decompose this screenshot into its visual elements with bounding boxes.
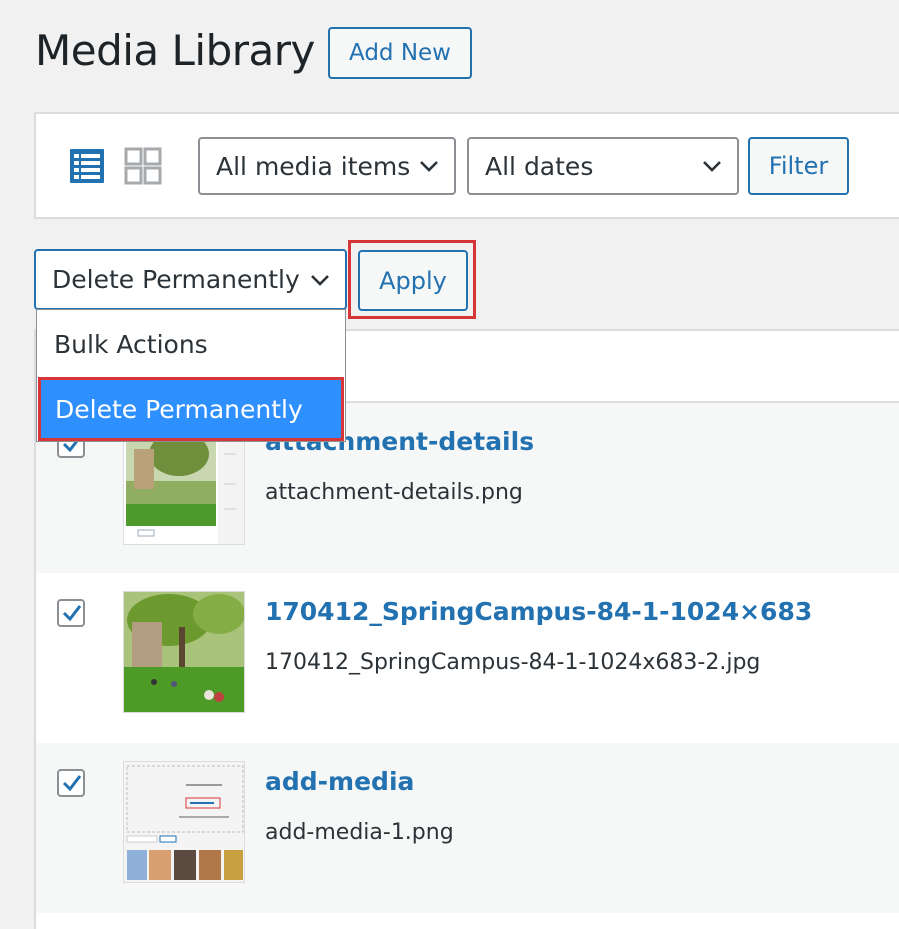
bulk-actions-select[interactable]: Delete Permanently bbox=[34, 249, 347, 310]
row-filename: add-media-1.png bbox=[265, 820, 454, 845]
table-row: 170412_SpringCampus-84-1-1024×683 170412… bbox=[36, 573, 899, 743]
apply-button[interactable]: Apply bbox=[358, 250, 468, 311]
table-row: add-media add-media-1.png bbox=[36, 743, 899, 913]
date-select[interactable]: All dates bbox=[467, 137, 739, 195]
checkmark-icon bbox=[62, 605, 82, 622]
row-filename: attachment-details.png bbox=[265, 480, 523, 505]
add-new-button[interactable]: Add New bbox=[328, 27, 472, 79]
option-bulk-actions[interactable]: Bulk Actions bbox=[37, 312, 345, 376]
chevron-down-icon bbox=[703, 161, 721, 172]
option-delete-permanently[interactable]: Delete Permanently bbox=[38, 377, 344, 441]
bulk-actions-dropdown: Bulk Actions Delete Permanently bbox=[36, 309, 346, 442]
row-title-link[interactable]: add-media bbox=[265, 767, 414, 796]
chevron-down-icon bbox=[311, 274, 329, 286]
grid-view-icon[interactable] bbox=[124, 147, 162, 185]
media-type-value: All media items bbox=[216, 151, 411, 181]
page-title: Media Library bbox=[35, 26, 315, 75]
chevron-down-icon bbox=[420, 161, 438, 172]
filter-button[interactable]: Filter bbox=[748, 137, 849, 195]
checkmark-icon bbox=[62, 775, 82, 792]
row-checkbox[interactable] bbox=[57, 769, 85, 797]
add-media-thumbnail[interactable] bbox=[123, 761, 245, 883]
row-filename: 170412_SpringCampus-84-1-1024x683-2.jpg bbox=[265, 650, 761, 675]
bulk-actions-value: Delete Permanently bbox=[52, 265, 300, 294]
list-view-icon[interactable] bbox=[68, 147, 106, 185]
date-value: All dates bbox=[485, 151, 594, 181]
row-title-link[interactable]: 170412_SpringCampus-84-1-1024×683 bbox=[265, 597, 812, 626]
row-checkbox[interactable] bbox=[57, 599, 85, 627]
media-type-select[interactable]: All media items bbox=[198, 137, 456, 195]
spring-campus-thumbnail[interactable] bbox=[123, 591, 245, 713]
